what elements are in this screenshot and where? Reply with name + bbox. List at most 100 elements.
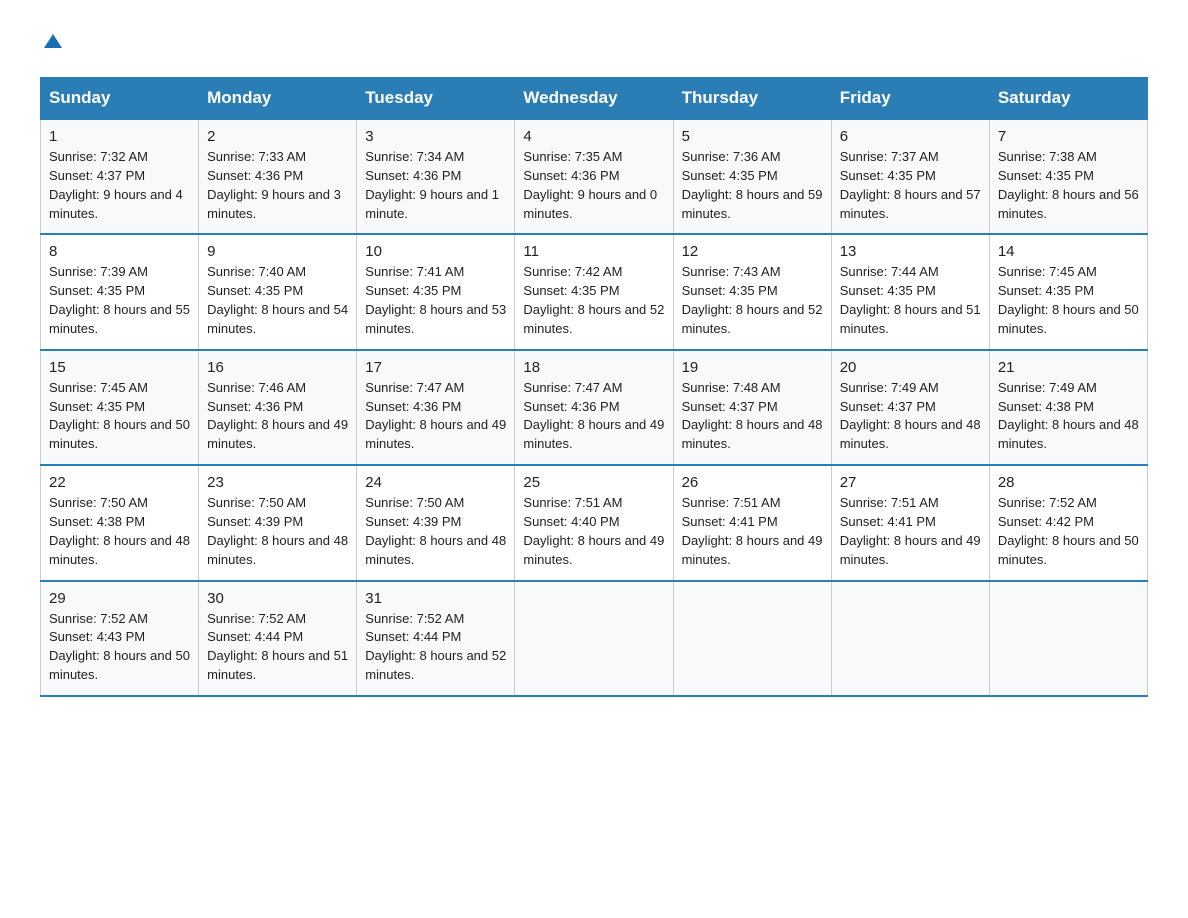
day-info: Sunrise: 7:51 AMSunset: 4:41 PMDaylight:… [682,495,823,567]
week-row-4: 22 Sunrise: 7:50 AMSunset: 4:38 PMDaylig… [41,465,1148,580]
day-info: Sunrise: 7:47 AMSunset: 4:36 PMDaylight:… [365,380,506,452]
calendar-day-cell: 8 Sunrise: 7:39 AMSunset: 4:35 PMDayligh… [41,234,199,349]
calendar-day-cell: 3 Sunrise: 7:34 AMSunset: 4:36 PMDayligh… [357,119,515,234]
day-number: 5 [682,128,823,145]
day-info: Sunrise: 7:52 AMSunset: 4:43 PMDaylight:… [49,611,190,683]
day-number: 26 [682,474,823,491]
calendar-day-cell: 6 Sunrise: 7:37 AMSunset: 4:35 PMDayligh… [831,119,989,234]
calendar-day-cell: 4 Sunrise: 7:35 AMSunset: 4:36 PMDayligh… [515,119,673,234]
calendar-day-cell: 23 Sunrise: 7:50 AMSunset: 4:39 PMDaylig… [199,465,357,580]
day-info: Sunrise: 7:49 AMSunset: 4:37 PMDaylight:… [840,380,981,452]
day-number: 30 [207,590,348,607]
day-info: Sunrise: 7:34 AMSunset: 4:36 PMDaylight:… [365,149,499,221]
day-info: Sunrise: 7:47 AMSunset: 4:36 PMDaylight:… [523,380,664,452]
logo [40,30,64,57]
header-thursday: Thursday [673,78,831,120]
calendar-day-cell: 19 Sunrise: 7:48 AMSunset: 4:37 PMDaylig… [673,350,831,465]
day-info: Sunrise: 7:41 AMSunset: 4:35 PMDaylight:… [365,264,506,336]
day-number: 16 [207,359,348,376]
day-info: Sunrise: 7:40 AMSunset: 4:35 PMDaylight:… [207,264,348,336]
day-number: 10 [365,243,506,260]
week-row-2: 8 Sunrise: 7:39 AMSunset: 4:35 PMDayligh… [41,234,1148,349]
week-row-1: 1 Sunrise: 7:32 AMSunset: 4:37 PMDayligh… [41,119,1148,234]
calendar-day-cell: 17 Sunrise: 7:47 AMSunset: 4:36 PMDaylig… [357,350,515,465]
day-number: 7 [998,128,1139,145]
day-number: 21 [998,359,1139,376]
day-number: 28 [998,474,1139,491]
day-info: Sunrise: 7:45 AMSunset: 4:35 PMDaylight:… [49,380,190,452]
day-info: Sunrise: 7:52 AMSunset: 4:44 PMDaylight:… [365,611,506,683]
day-number: 27 [840,474,981,491]
header-saturday: Saturday [989,78,1147,120]
calendar-table: SundayMondayTuesdayWednesdayThursdayFrid… [40,77,1148,697]
day-info: Sunrise: 7:42 AMSunset: 4:35 PMDaylight:… [523,264,664,336]
calendar-day-cell: 11 Sunrise: 7:42 AMSunset: 4:35 PMDaylig… [515,234,673,349]
day-info: Sunrise: 7:45 AMSunset: 4:35 PMDaylight:… [998,264,1139,336]
day-info: Sunrise: 7:52 AMSunset: 4:42 PMDaylight:… [998,495,1139,567]
day-info: Sunrise: 7:37 AMSunset: 4:35 PMDaylight:… [840,149,981,221]
calendar-day-cell: 16 Sunrise: 7:46 AMSunset: 4:36 PMDaylig… [199,350,357,465]
day-info: Sunrise: 7:39 AMSunset: 4:35 PMDaylight:… [49,264,190,336]
calendar-day-cell: 24 Sunrise: 7:50 AMSunset: 4:39 PMDaylig… [357,465,515,580]
header-friday: Friday [831,78,989,120]
day-number: 31 [365,590,506,607]
calendar-day-cell [515,581,673,696]
logo-triangle-icon [42,30,64,52]
day-info: Sunrise: 7:38 AMSunset: 4:35 PMDaylight:… [998,149,1139,221]
calendar-day-cell [989,581,1147,696]
day-info: Sunrise: 7:51 AMSunset: 4:41 PMDaylight:… [840,495,981,567]
day-info: Sunrise: 7:36 AMSunset: 4:35 PMDaylight:… [682,149,823,221]
day-info: Sunrise: 7:32 AMSunset: 4:37 PMDaylight:… [49,149,183,221]
day-number: 13 [840,243,981,260]
header-wednesday: Wednesday [515,78,673,120]
calendar-day-cell: 5 Sunrise: 7:36 AMSunset: 4:35 PMDayligh… [673,119,831,234]
day-info: Sunrise: 7:50 AMSunset: 4:39 PMDaylight:… [365,495,506,567]
day-number: 11 [523,243,664,260]
calendar-day-cell: 20 Sunrise: 7:49 AMSunset: 4:37 PMDaylig… [831,350,989,465]
calendar-day-cell: 7 Sunrise: 7:38 AMSunset: 4:35 PMDayligh… [989,119,1147,234]
calendar-day-cell: 12 Sunrise: 7:43 AMSunset: 4:35 PMDaylig… [673,234,831,349]
calendar-day-cell: 21 Sunrise: 7:49 AMSunset: 4:38 PMDaylig… [989,350,1147,465]
day-info: Sunrise: 7:35 AMSunset: 4:36 PMDaylight:… [523,149,657,221]
day-number: 3 [365,128,506,145]
calendar-day-cell: 1 Sunrise: 7:32 AMSunset: 4:37 PMDayligh… [41,119,199,234]
calendar-day-cell: 14 Sunrise: 7:45 AMSunset: 4:35 PMDaylig… [989,234,1147,349]
day-info: Sunrise: 7:50 AMSunset: 4:38 PMDaylight:… [49,495,190,567]
day-info: Sunrise: 7:48 AMSunset: 4:37 PMDaylight:… [682,380,823,452]
calendar-day-cell: 22 Sunrise: 7:50 AMSunset: 4:38 PMDaylig… [41,465,199,580]
calendar-day-cell: 9 Sunrise: 7:40 AMSunset: 4:35 PMDayligh… [199,234,357,349]
day-number: 17 [365,359,506,376]
calendar-day-cell: 18 Sunrise: 7:47 AMSunset: 4:36 PMDaylig… [515,350,673,465]
day-number: 2 [207,128,348,145]
day-info: Sunrise: 7:46 AMSunset: 4:36 PMDaylight:… [207,380,348,452]
day-number: 15 [49,359,190,376]
calendar-day-cell: 2 Sunrise: 7:33 AMSunset: 4:36 PMDayligh… [199,119,357,234]
calendar-day-cell: 26 Sunrise: 7:51 AMSunset: 4:41 PMDaylig… [673,465,831,580]
calendar-day-cell: 25 Sunrise: 7:51 AMSunset: 4:40 PMDaylig… [515,465,673,580]
page-header [40,30,1148,57]
calendar-day-cell: 31 Sunrise: 7:52 AMSunset: 4:44 PMDaylig… [357,581,515,696]
day-number: 18 [523,359,664,376]
week-row-3: 15 Sunrise: 7:45 AMSunset: 4:35 PMDaylig… [41,350,1148,465]
calendar-day-cell: 28 Sunrise: 7:52 AMSunset: 4:42 PMDaylig… [989,465,1147,580]
calendar-day-cell: 27 Sunrise: 7:51 AMSunset: 4:41 PMDaylig… [831,465,989,580]
day-number: 14 [998,243,1139,260]
day-number: 24 [365,474,506,491]
day-number: 12 [682,243,823,260]
calendar-day-cell: 30 Sunrise: 7:52 AMSunset: 4:44 PMDaylig… [199,581,357,696]
day-number: 19 [682,359,823,376]
day-number: 4 [523,128,664,145]
day-number: 29 [49,590,190,607]
weekday-header-row: SundayMondayTuesdayWednesdayThursdayFrid… [41,78,1148,120]
day-info: Sunrise: 7:52 AMSunset: 4:44 PMDaylight:… [207,611,348,683]
header-tuesday: Tuesday [357,78,515,120]
calendar-day-cell: 29 Sunrise: 7:52 AMSunset: 4:43 PMDaylig… [41,581,199,696]
day-info: Sunrise: 7:44 AMSunset: 4:35 PMDaylight:… [840,264,981,336]
calendar-day-cell: 15 Sunrise: 7:45 AMSunset: 4:35 PMDaylig… [41,350,199,465]
day-info: Sunrise: 7:51 AMSunset: 4:40 PMDaylight:… [523,495,664,567]
calendar-day-cell [831,581,989,696]
calendar-day-cell: 10 Sunrise: 7:41 AMSunset: 4:35 PMDaylig… [357,234,515,349]
header-monday: Monday [199,78,357,120]
header-sunday: Sunday [41,78,199,120]
week-row-5: 29 Sunrise: 7:52 AMSunset: 4:43 PMDaylig… [41,581,1148,696]
